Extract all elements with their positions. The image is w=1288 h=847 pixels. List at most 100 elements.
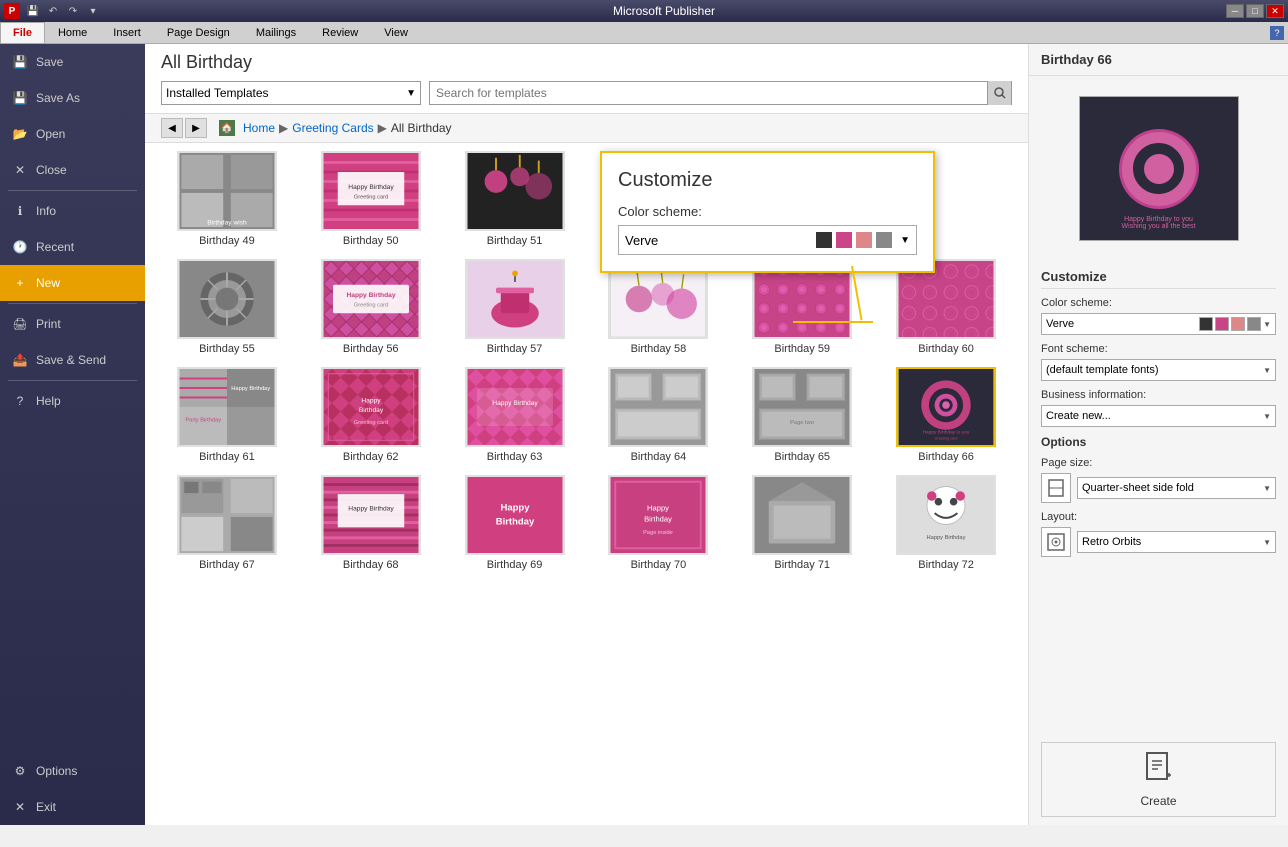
- tab-file[interactable]: File: [0, 22, 45, 43]
- template-thumb-64[interactable]: [608, 367, 708, 447]
- sidebar-item-new[interactable]: + New: [0, 265, 145, 301]
- maximize-btn[interactable]: □: [1246, 4, 1264, 18]
- breadcrumb-forward-btn[interactable]: ▶: [185, 118, 207, 138]
- template-item-67[interactable]: Birthday 67: [161, 475, 293, 571]
- rp-dropdown-arrow: ▼: [1263, 320, 1271, 329]
- svg-text:Greeting card: Greeting card: [354, 195, 388, 201]
- rp-page-size-row: Quarter-sheet side fold ▼: [1041, 473, 1276, 503]
- rp-business-info-dropdown[interactable]: Create new... ▼: [1041, 405, 1276, 427]
- tab-insert[interactable]: Insert: [100, 22, 154, 43]
- search-input[interactable]: [430, 82, 987, 104]
- create-button[interactable]: Create: [1041, 742, 1276, 817]
- sidebar-item-info[interactable]: ℹ Info: [0, 193, 145, 229]
- create-doc-icon: [1143, 751, 1175, 783]
- template-thumb-65[interactable]: Page two: [752, 367, 852, 447]
- template-item-59[interactable]: Birthday 59: [736, 259, 868, 355]
- rp-color-swatches: ▼: [1199, 317, 1271, 331]
- sidebar-item-close[interactable]: ✕ Close: [0, 152, 145, 188]
- template-item-58[interactable]: Birthday 58: [592, 259, 724, 355]
- template-label-59: Birthday 59: [774, 343, 830, 355]
- qa-more[interactable]: ▾: [84, 3, 102, 19]
- minimize-btn[interactable]: ─: [1226, 4, 1244, 18]
- rp-swatch-3: [1231, 317, 1245, 331]
- template-thumb-55[interactable]: [177, 259, 277, 339]
- rp-layout-label: Layout:: [1041, 511, 1276, 523]
- customize-popup: Customize Color scheme: Verve ▼: [600, 151, 935, 273]
- preview-card-bg: Happy Birthday to you Wishing you all th…: [1080, 97, 1238, 240]
- tab-mailings[interactable]: Mailings: [243, 22, 309, 43]
- template-item-50[interactable]: Happy BirthdayGreeting card Birthday 50: [305, 151, 437, 247]
- breadcrumb-current: All Birthday: [391, 121, 452, 135]
- breadcrumb: ◀ ▶ 🏠 Home ▶ Greeting Cards ▶ All Birthd…: [145, 114, 1028, 143]
- sidebar-item-exit[interactable]: ✕ Exit: [0, 789, 145, 825]
- template-thumb-70[interactable]: HappyBirthdayPage inside: [608, 475, 708, 555]
- template-thumb-50[interactable]: Happy BirthdayGreeting card: [321, 151, 421, 231]
- template-item-56[interactable]: Happy BirthdayGreeting card Birthday 56: [305, 259, 437, 355]
- sidebar-item-open[interactable]: 📂 Open: [0, 116, 145, 152]
- template-item-70[interactable]: HappyBirthdayPage inside Birthday 70: [592, 475, 724, 571]
- sidebar-item-save-as[interactable]: 💾 Save As: [0, 80, 145, 116]
- template-item-63[interactable]: Happy Birthday Birthday 63: [449, 367, 581, 463]
- template-item-57[interactable]: Birthday 57: [449, 259, 581, 355]
- rp-layout-dropdown[interactable]: Retro Orbits ▼: [1077, 531, 1276, 553]
- template-item-71[interactable]: Birthday 71: [736, 475, 868, 571]
- sidebar-item-save-send[interactable]: 📤 Save & Send: [0, 342, 145, 378]
- template-item-69[interactable]: HappyBirthday Birthday 69: [449, 475, 581, 571]
- rp-font-scheme-dropdown[interactable]: (default template fonts) ▼: [1041, 359, 1276, 381]
- tab-review[interactable]: Review: [309, 22, 371, 43]
- template-thumb-63[interactable]: Happy Birthday: [465, 367, 565, 447]
- template-thumb-56[interactable]: Happy BirthdayGreeting card: [321, 259, 421, 339]
- qa-save[interactable]: 💾: [24, 3, 42, 19]
- template-item-55[interactable]: Birthday 55: [161, 259, 293, 355]
- template-thumb-68[interactable]: Happy Birthday: [321, 475, 421, 555]
- template-thumb-71[interactable]: [752, 475, 852, 555]
- template-item-49[interactable]: Birthday wish Birthday 49: [161, 151, 293, 247]
- template-source-dropdown[interactable]: Installed Templates ▼: [161, 81, 421, 105]
- rp-color-scheme-dropdown[interactable]: Verve ▼: [1041, 313, 1276, 335]
- popup-dropdown-arrow: ▼: [900, 235, 910, 246]
- template-thumb-49[interactable]: Birthday wish: [177, 151, 277, 231]
- sidebar-item-options[interactable]: ⚙ Options: [0, 753, 145, 789]
- template-item-68[interactable]: Happy Birthday Birthday 68: [305, 475, 437, 571]
- template-item-72[interactable]: Happy Birthday Birthday 72: [880, 475, 1012, 571]
- breadcrumb-home[interactable]: Home: [243, 121, 275, 135]
- close-btn[interactable]: ✕: [1266, 4, 1284, 18]
- tab-view[interactable]: View: [371, 22, 421, 43]
- sidebar-item-print[interactable]: 🖨 Print: [0, 306, 145, 342]
- home-icon[interactable]: 🏠: [219, 120, 235, 136]
- template-item-51[interactable]: Birthday 51: [449, 151, 581, 247]
- template-thumb-66[interactable]: Happy Birthday to youGreeting card: [896, 367, 996, 447]
- template-thumb-61[interactable]: Happy BirthdayParty Birthday: [177, 367, 277, 447]
- sidebar-item-recent[interactable]: 🕐 Recent: [0, 229, 145, 265]
- sidebar-divider-2: [8, 303, 137, 304]
- tab-home[interactable]: Home: [45, 22, 100, 43]
- template-thumb-57[interactable]: [465, 259, 565, 339]
- qa-redo[interactable]: ↷: [64, 3, 82, 19]
- rp-font-dropdown-arrow: ▼: [1263, 366, 1271, 375]
- rp-business-dropdown-arrow: ▼: [1263, 412, 1271, 421]
- template-thumb-51[interactable]: [465, 151, 565, 231]
- tab-page-design[interactable]: Page Design: [154, 22, 243, 43]
- template-item-64[interactable]: Birthday 64: [592, 367, 724, 463]
- breadcrumb-sep-2: ▶: [378, 121, 387, 135]
- svg-text:Greeting card: Greeting card: [935, 436, 958, 440]
- sidebar-item-help[interactable]: ? Help: [0, 383, 145, 419]
- template-item-60[interactable]: Birthday 60: [880, 259, 1012, 355]
- template-item-66[interactable]: Happy Birthday to youGreeting card Birth…: [880, 367, 1012, 463]
- qa-undo[interactable]: ↶: [44, 3, 62, 19]
- help-icon[interactable]: ?: [1270, 26, 1284, 40]
- template-item-65[interactable]: Page two Birthday 65: [736, 367, 868, 463]
- template-item-61[interactable]: Happy BirthdayParty Birthday Birthday 61: [161, 367, 293, 463]
- breadcrumb-back-btn[interactable]: ◀: [161, 118, 183, 138]
- template-grid-container[interactable]: Birthday wish Birthday 49 Happy Birthday…: [145, 143, 1028, 825]
- template-thumb-62[interactable]: HappyBirthdayGreeting card: [321, 367, 421, 447]
- rp-page-size-dropdown[interactable]: Quarter-sheet side fold ▼: [1077, 477, 1276, 499]
- template-thumb-67[interactable]: [177, 475, 277, 555]
- template-thumb-72[interactable]: Happy Birthday: [896, 475, 996, 555]
- popup-color-scheme-dropdown[interactable]: Verve ▼: [618, 225, 917, 255]
- template-item-62[interactable]: HappyBirthdayGreeting card Birthday 62: [305, 367, 437, 463]
- search-button[interactable]: [987, 81, 1011, 105]
- sidebar-item-save[interactable]: 💾 Save: [0, 44, 145, 80]
- breadcrumb-greeting-cards[interactable]: Greeting Cards: [292, 121, 373, 135]
- template-thumb-69[interactable]: HappyBirthday: [465, 475, 565, 555]
